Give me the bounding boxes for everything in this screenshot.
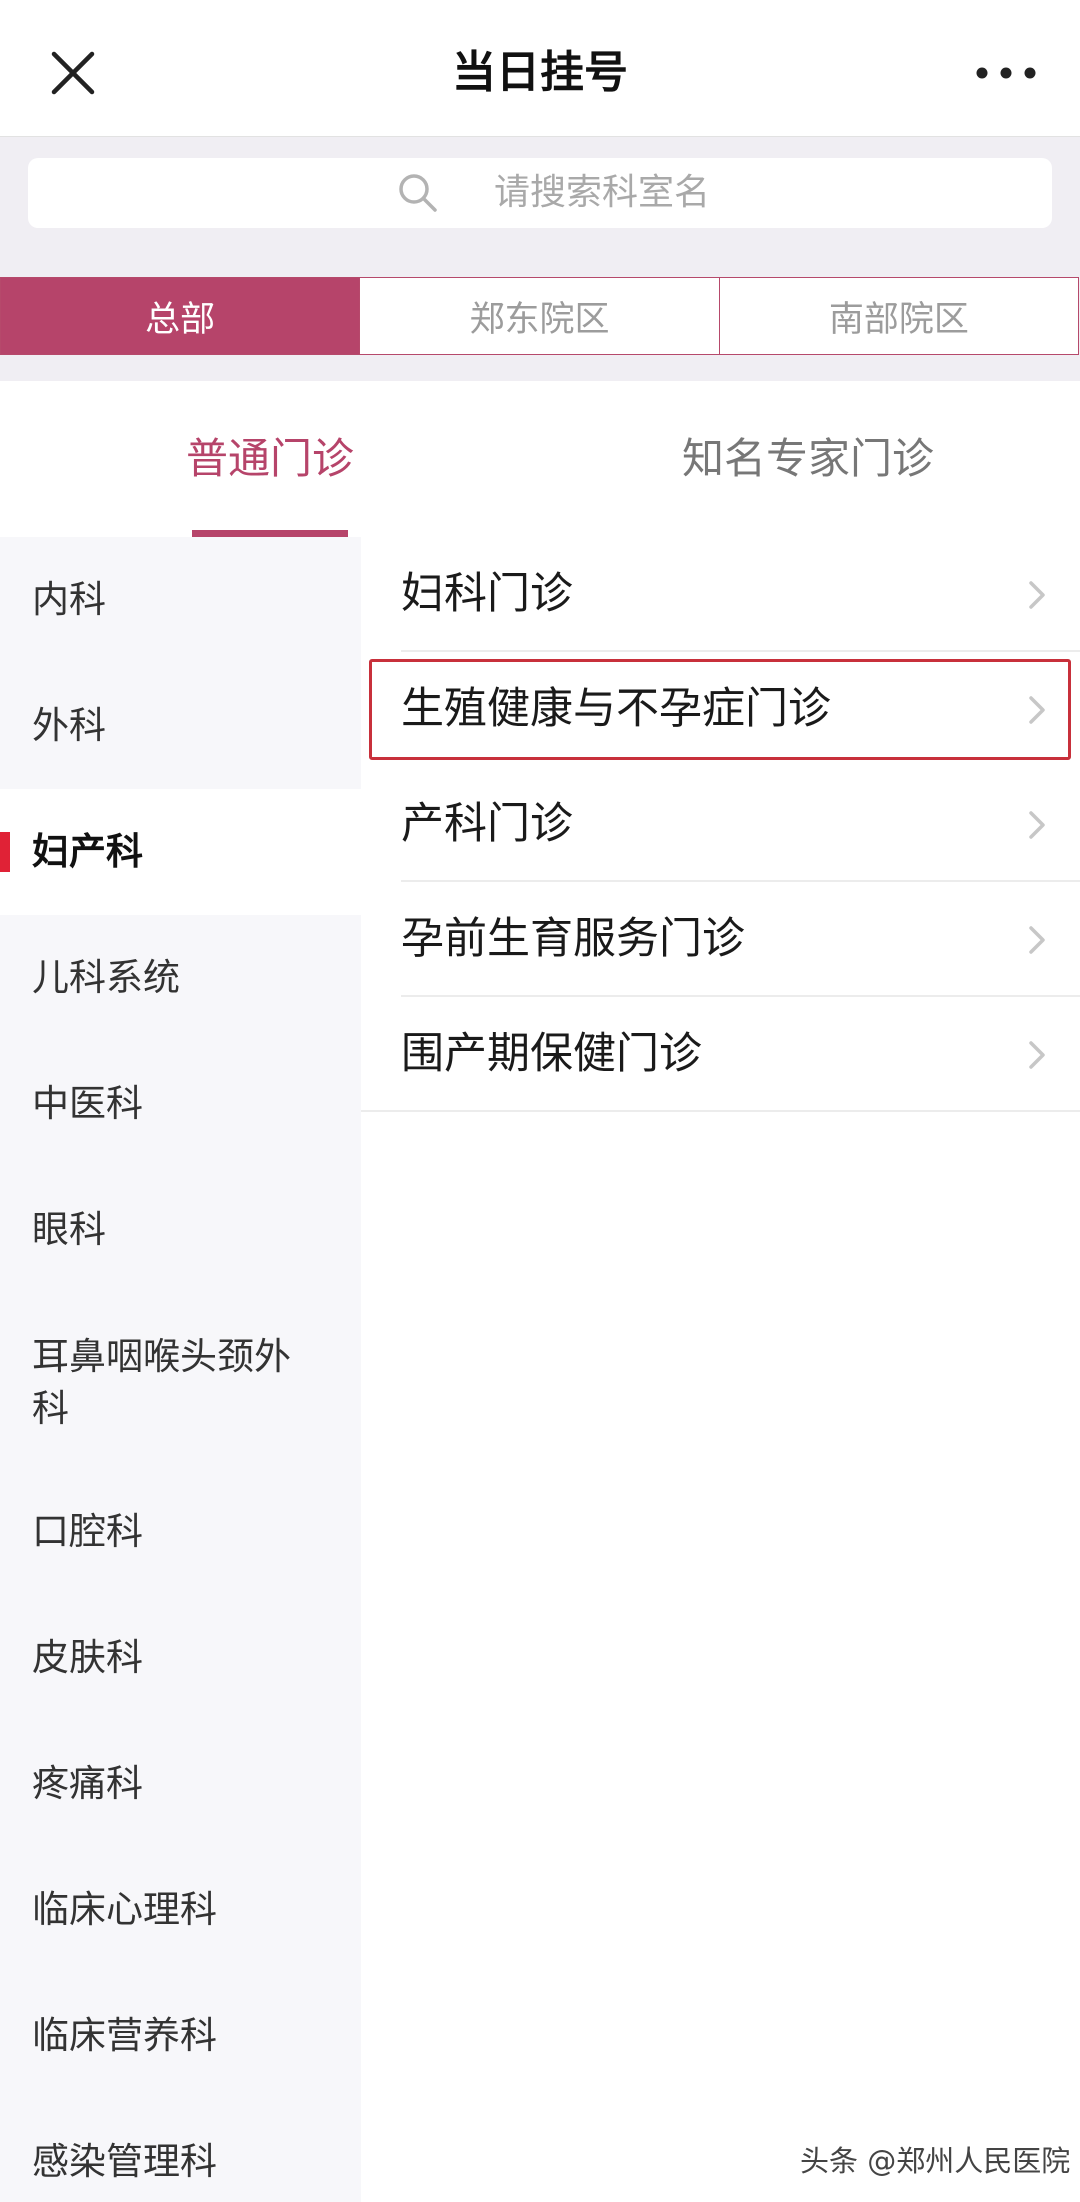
sidebar-item-stomatology[interactable]: 口腔科 bbox=[0, 1469, 361, 1595]
sidebar-item-label: 眼科 bbox=[32, 1208, 106, 1251]
campus-segmented-control: 总部 郑东院区 南部院区 bbox=[0, 277, 1079, 355]
clinic-name: 围产期保健门诊 bbox=[401, 1029, 702, 1079]
sidebar-item-obstetrics-gynecology[interactable]: 妇产科 bbox=[0, 789, 361, 915]
sidebar-item-label: 中医科 bbox=[32, 1082, 143, 1125]
chevron-right-icon bbox=[1029, 1041, 1045, 1069]
clinic-list: 妇科门诊 生殖健康与不孕症门诊 产科门诊 孕前生育服务门诊 围产期保健门诊 bbox=[361, 537, 1080, 1112]
campus-tab-area: 总部 郑东院区 南部院区 bbox=[0, 251, 1080, 381]
clinic-name: 妇科门诊 bbox=[401, 569, 573, 619]
clinic-item-perinatal-care[interactable]: 围产期保健门诊 bbox=[361, 997, 1080, 1112]
sidebar-item-label: 儿科系统 bbox=[32, 956, 180, 999]
sidebar-item-label: 皮肤科 bbox=[32, 1636, 143, 1679]
sidebar-item-pain[interactable]: 疼痛科 bbox=[0, 1721, 361, 1847]
sidebar-item-label: 感染管理科 bbox=[32, 2140, 217, 2183]
watermark: 头条 @郑州人民医院 bbox=[800, 2144, 1071, 2178]
clinic-item-preconception[interactable]: 孕前生育服务门诊 bbox=[361, 882, 1080, 997]
search-input[interactable]: 请搜索科室名 bbox=[28, 158, 1052, 228]
sidebar-item-ophthalmology[interactable]: 眼科 bbox=[0, 1167, 361, 1293]
top-nav-bar: 当日挂号 bbox=[0, 0, 1080, 137]
sidebar-item-infection-management[interactable]: 感染管理科 bbox=[0, 2099, 361, 2202]
sidebar-item-clinical-nutrition[interactable]: 临床营养科 bbox=[0, 1973, 361, 2099]
sidebar-item-label: 临床营养科 bbox=[32, 2014, 217, 2057]
chevron-right-icon bbox=[1029, 811, 1045, 839]
chevron-right-icon bbox=[1029, 926, 1045, 954]
page-title: 当日挂号 bbox=[452, 47, 628, 98]
sidebar-item-ent[interactable]: 耳鼻咽喉头颈外 科 bbox=[0, 1293, 361, 1469]
sidebar-item-internal-medicine[interactable]: 内科 bbox=[0, 537, 361, 663]
clinic-name: 产科门诊 bbox=[401, 799, 573, 849]
clinic-name: 生殖健康与不孕症门诊 bbox=[401, 684, 831, 734]
campus-tab-zhengdong[interactable]: 郑东院区 bbox=[359, 278, 719, 354]
clinic-item-reproductive-health[interactable]: 生殖健康与不孕症门诊 bbox=[361, 652, 1080, 767]
chevron-right-icon bbox=[1029, 581, 1045, 609]
more-horizontal-icon bbox=[976, 67, 1036, 79]
sidebar-item-surgery[interactable]: 外科 bbox=[0, 663, 361, 789]
search-bar-area: 请搜索科室名 bbox=[0, 137, 1080, 251]
active-marker bbox=[0, 832, 10, 872]
more-button[interactable] bbox=[968, 40, 1044, 106]
sidebar-item-label: 妇产科 bbox=[32, 830, 143, 873]
search-placeholder: 请搜索科室名 bbox=[494, 172, 711, 213]
sidebar-item-label: 耳鼻咽喉头颈外 bbox=[32, 1335, 291, 1378]
campus-tab-south[interactable]: 南部院区 bbox=[718, 278, 1078, 354]
chevron-right-icon bbox=[1029, 696, 1045, 724]
clinic-item-obstetrics[interactable]: 产科门诊 bbox=[361, 767, 1080, 882]
sidebar-item-tcm[interactable]: 中医科 bbox=[0, 1041, 361, 1167]
sidebar-item-label: 口腔科 bbox=[32, 1510, 143, 1553]
search-icon bbox=[399, 174, 437, 212]
sidebar-item-label: 临床心理科 bbox=[32, 1888, 217, 1931]
sidebar-item-label-line2: 科 bbox=[32, 1387, 69, 1430]
sidebar-item-clinical-psychology[interactable]: 临床心理科 bbox=[0, 1847, 361, 1973]
clinic-name: 孕前生育服务门诊 bbox=[401, 914, 745, 964]
active-tab-indicator bbox=[192, 530, 348, 537]
sidebar-item-dermatology[interactable]: 皮肤科 bbox=[0, 1595, 361, 1721]
clinic-type-tabs: 普通门诊 知名专家门诊 bbox=[0, 381, 1080, 539]
tab-general-clinic[interactable]: 普通门诊 bbox=[135, 381, 405, 537]
sidebar-item-label: 外科 bbox=[32, 704, 106, 747]
sidebar-item-label: 疼痛科 bbox=[32, 1762, 143, 1805]
campus-tab-headquarters[interactable]: 总部 bbox=[1, 278, 360, 354]
clinic-item-gynecology[interactable]: 妇科门诊 bbox=[361, 537, 1080, 652]
tab-expert-clinic[interactable]: 知名专家门诊 bbox=[560, 381, 1060, 537]
sidebar-item-pediatrics[interactable]: 儿科系统 bbox=[0, 915, 361, 1041]
sidebar-item-label: 内科 bbox=[32, 578, 106, 621]
clinic-list-empty-area bbox=[361, 1112, 1080, 2202]
department-sidebar: 内科 外科 妇产科 儿科系统 中医科 眼科 耳鼻咽喉头颈外 科 口腔科 皮肤科 … bbox=[0, 537, 361, 2202]
